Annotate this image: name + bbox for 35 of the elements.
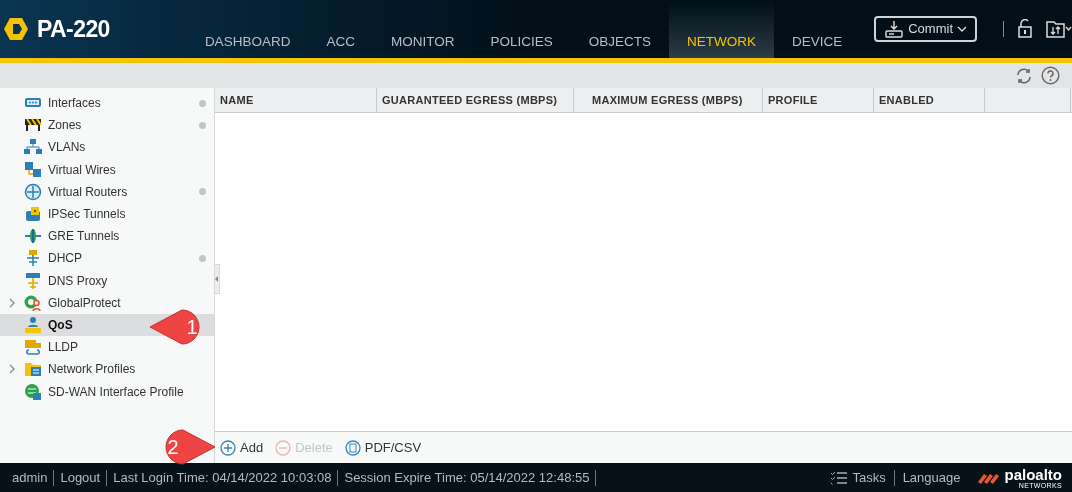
column-header[interactable]: ENABLED	[874, 88, 985, 112]
nav-tab[interactable]: MONITOR	[372, 0, 473, 58]
last-login-time: Last Login Time: 04/14/2022 10:03:08	[113, 468, 332, 487]
export-button[interactable]: PDF/CSV	[344, 437, 422, 458]
nav-tab[interactable]: POLICIES	[472, 0, 571, 58]
logout-link[interactable]: Logout	[60, 467, 101, 488]
device-name: PA-220	[37, 14, 110, 44]
nav-tab[interactable]: OBJECTS	[570, 0, 669, 58]
sidebar-item[interactable]: GRE Tunnels	[0, 225, 214, 248]
user-name: admin	[12, 468, 48, 487]
sidebar-item[interactable]: Virtual Routers	[0, 180, 214, 203]
sidebar-item[interactable]: DHCP	[0, 247, 214, 270]
sidebar-item[interactable]: Interfaces	[0, 92, 214, 115]
sidebar-item[interactable]: SD-WAN Interface Profile	[0, 380, 214, 403]
column-header[interactable]: NAME	[215, 88, 377, 112]
language-button[interactable]: Language	[902, 467, 961, 488]
commit-button[interactable]: Commit	[874, 16, 977, 42]
sidebar-item[interactable]: GlobalProtect	[0, 291, 214, 314]
column-header[interactable]: GUARANTEED EGRESS (MBPS)	[377, 88, 574, 112]
column-header[interactable]: PROFILE	[763, 88, 874, 112]
sidebar-item[interactable]: Virtual Wires	[0, 158, 214, 181]
nav-tab[interactable]: DEVICE	[773, 0, 861, 58]
nav-tab[interactable]: ACC	[308, 0, 373, 58]
sidebar-item[interactable]: IPSec Tunnels	[0, 202, 214, 226]
sidebar-item[interactable]: Network Profiles	[0, 358, 214, 381]
sidebar-item[interactable]: Zones	[0, 114, 214, 137]
add-button[interactable]: Add	[220, 437, 264, 458]
nav-tab[interactable]: DASHBOARD	[186, 0, 309, 58]
column-header[interactable]: MAXIMUM EGRESS (MBPS)	[574, 88, 763, 112]
session-expire-time: Session Expire Time: 05/14/2022 12:48:55	[344, 468, 590, 487]
sidebar-item[interactable]: DNS Proxy	[0, 269, 214, 292]
tasks-button[interactable]: Tasks	[830, 467, 886, 488]
brand-name: paloalto	[1004, 466, 1062, 482]
sidebar-item[interactable]: VLANs	[0, 136, 214, 159]
sidebar-item[interactable]: LLDP	[0, 336, 214, 359]
